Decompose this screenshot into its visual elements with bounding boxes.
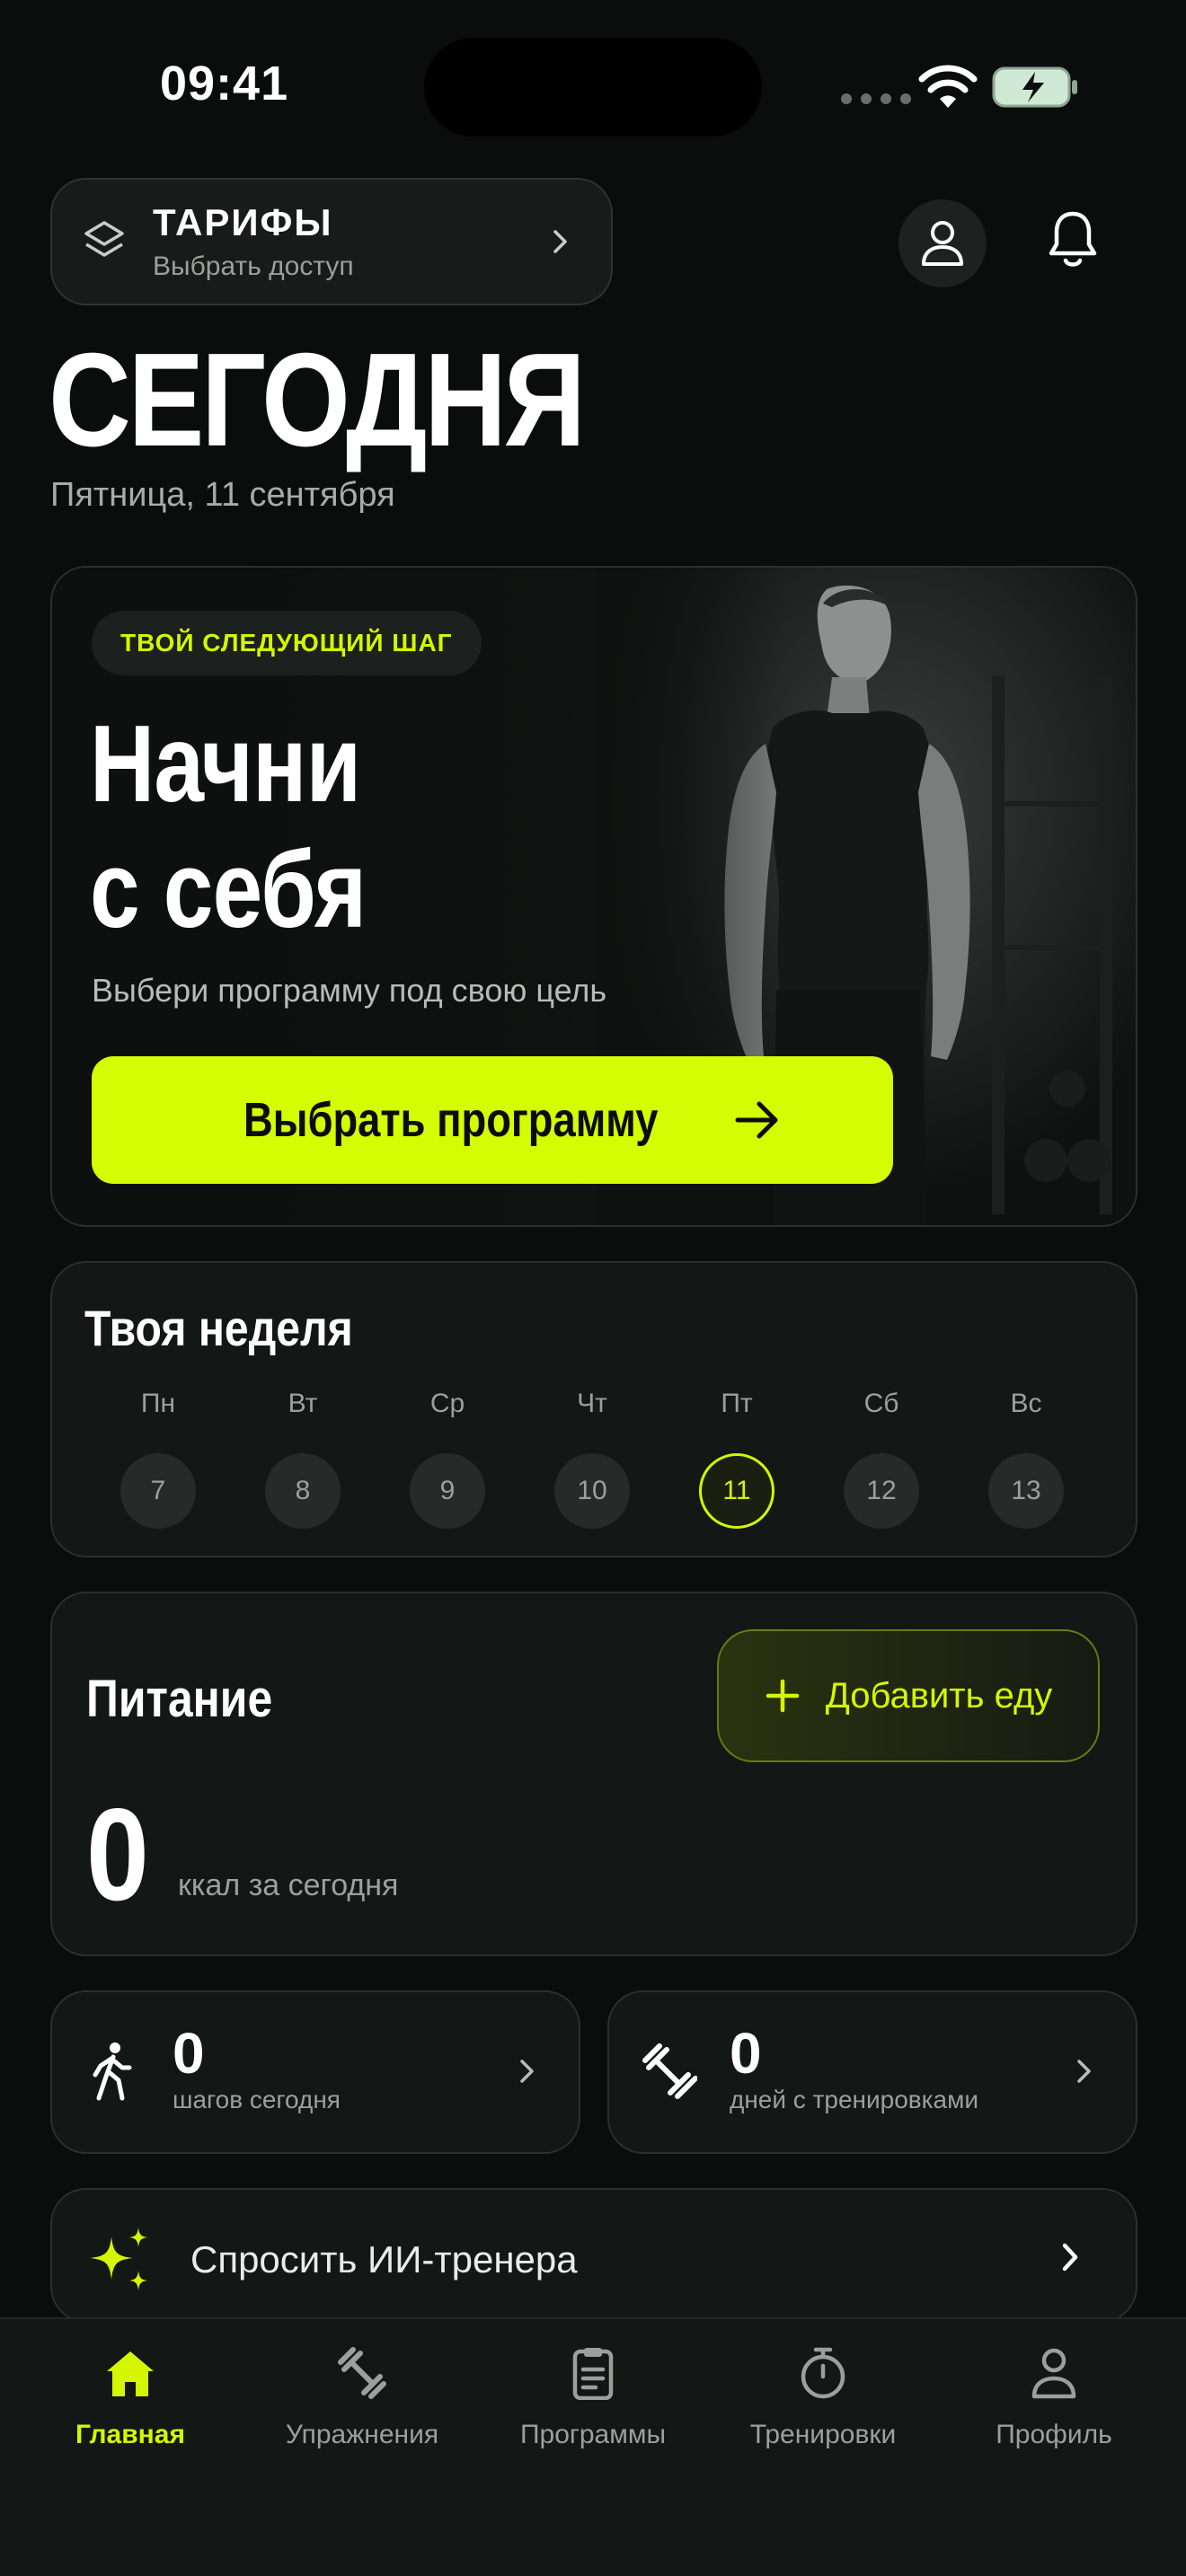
chevron-right-icon xyxy=(553,230,567,253)
tab-label: Профиль xyxy=(996,2420,1112,2449)
training-days-label: дней с тренировками xyxy=(730,2086,978,2113)
tab-home[interactable]: Главная xyxy=(22,2346,238,2450)
training-days-value: 0 xyxy=(730,2021,762,2086)
day-name: Ср xyxy=(429,1389,465,1418)
chevron-right-icon xyxy=(1062,2243,1078,2272)
add-food-button[interactable]: Добавить еду xyxy=(717,1629,1100,1762)
tab-exercises[interactable]: Упражнения xyxy=(254,2346,470,2450)
day-date: 13 xyxy=(988,1453,1064,1529)
steps-label: шагов сегодня xyxy=(173,2086,341,2113)
kcal-label: ккал за сегодня xyxy=(178,1868,399,1902)
arrow-right-icon xyxy=(735,1101,778,1139)
day-name: Вт xyxy=(288,1389,318,1418)
day-date-selected: 11 xyxy=(699,1453,774,1529)
day-date: 9 xyxy=(410,1453,485,1529)
person-icon xyxy=(922,221,963,266)
stopwatch-icon xyxy=(801,2347,845,2399)
chevron-right-icon xyxy=(1077,2060,1091,2083)
nutrition-title: Питание xyxy=(86,1670,273,1728)
battery-charging-icon xyxy=(992,66,1077,108)
tariffs-title: ТАРИФЫ xyxy=(153,201,333,243)
next-step-badge: ТВОЙ СЛЕДУЮЩИЙ ШАГ xyxy=(92,611,482,675)
tariffs-subtitle: Выбрать доступ xyxy=(153,251,354,281)
layers-icon xyxy=(84,221,124,257)
person-icon xyxy=(1031,2348,1076,2399)
day-name: Пн xyxy=(140,1389,176,1418)
ai-coach-label: Спросить ИИ-тренера xyxy=(190,2238,578,2280)
status-time: 09:41 xyxy=(160,57,289,110)
day-item[interactable]: Вс 13 xyxy=(988,1389,1064,1529)
day-item[interactable]: Пн 7 xyxy=(120,1389,196,1529)
home-icon xyxy=(107,2351,154,2396)
day-item[interactable]: Сб 12 xyxy=(844,1389,919,1529)
clipboard-icon xyxy=(572,2348,614,2400)
day-name: Чт xyxy=(577,1389,607,1418)
hero-headline: Начни с себя xyxy=(90,702,367,950)
sparkles-icon xyxy=(90,2228,147,2290)
chevron-right-icon xyxy=(520,2060,534,2083)
page-title: СЕГОДНЯ xyxy=(49,326,586,474)
day-name: Сб xyxy=(863,1389,899,1418)
wifi-icon xyxy=(918,65,978,108)
bell-icon[interactable] xyxy=(1048,208,1098,271)
tab-workouts[interactable]: Тренировки xyxy=(715,2346,931,2450)
day-date: 10 xyxy=(554,1453,630,1529)
day-item[interactable]: Ср 9 xyxy=(410,1389,485,1529)
dumbbell-icon xyxy=(642,2043,697,2099)
plus-icon xyxy=(766,1679,799,1713)
day-item-today[interactable]: Пт 11 xyxy=(699,1389,774,1529)
current-date: Пятница, 11 сентября xyxy=(50,476,395,514)
day-item[interactable]: Вт 8 xyxy=(265,1389,341,1529)
week-title: Твоя неделя xyxy=(84,1300,353,1356)
tab-profile[interactable]: Профиль xyxy=(946,2346,1162,2450)
dynamic-island xyxy=(424,38,762,137)
day-date: 12 xyxy=(844,1453,919,1529)
tab-label: Главная xyxy=(75,2420,185,2449)
hero-subtitle: Выбери программу под свою цель xyxy=(92,972,607,1009)
day-item[interactable]: Чт 10 xyxy=(554,1389,630,1529)
tab-label: Упражнения xyxy=(285,2420,439,2449)
dumbbell-icon xyxy=(338,2347,386,2399)
choose-program-label: Выбрать программу xyxy=(243,1093,659,1147)
day-date: 7 xyxy=(120,1453,196,1529)
kcal-value: 0 xyxy=(86,1781,149,1928)
cellular-signal-icon xyxy=(841,93,911,104)
tab-label: Программы xyxy=(519,2420,667,2449)
tab-label: Тренировки xyxy=(749,2420,897,2449)
choose-program-button[interactable]: Выбрать программу xyxy=(92,1056,893,1184)
day-name: Пт xyxy=(721,1389,753,1418)
day-date: 8 xyxy=(265,1453,341,1529)
walking-person-icon xyxy=(93,2042,132,2101)
profile-button[interactable] xyxy=(898,199,987,287)
steps-value: 0 xyxy=(173,2021,205,2086)
day-name: Вс xyxy=(1010,1389,1042,1418)
add-food-label: Добавить еду xyxy=(825,1675,1053,1716)
tab-programs[interactable]: Программы xyxy=(485,2346,701,2450)
